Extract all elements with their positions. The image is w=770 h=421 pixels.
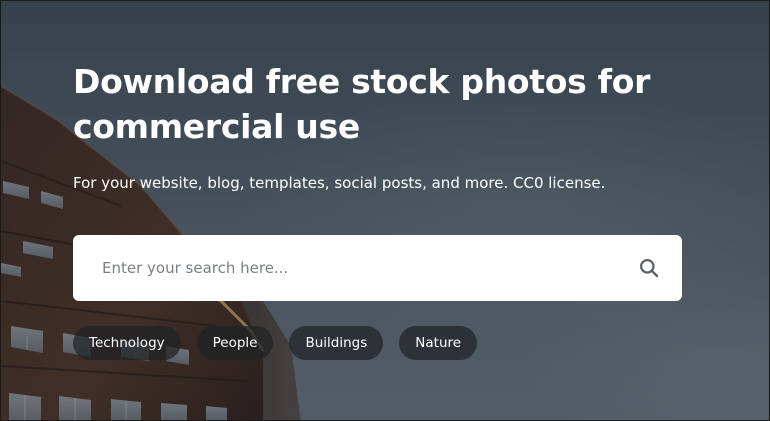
tag-technology[interactable]: Technology xyxy=(73,326,181,360)
tag-nature[interactable]: Nature xyxy=(399,326,478,360)
hero-section: Download free stock photos for commercia… xyxy=(0,0,770,421)
tag-people[interactable]: People xyxy=(196,326,274,360)
hero-title: Download free stock photos for commercia… xyxy=(73,62,651,146)
hero-subtitle: For your website, blog, templates, socia… xyxy=(73,174,606,192)
tag-buildings[interactable]: Buildings xyxy=(289,326,384,360)
tag-list: Technology People Buildings Nature xyxy=(73,326,478,360)
search-input[interactable] xyxy=(73,235,616,301)
search-button[interactable] xyxy=(616,235,682,301)
search-icon xyxy=(640,259,659,278)
search-bar xyxy=(73,235,682,301)
